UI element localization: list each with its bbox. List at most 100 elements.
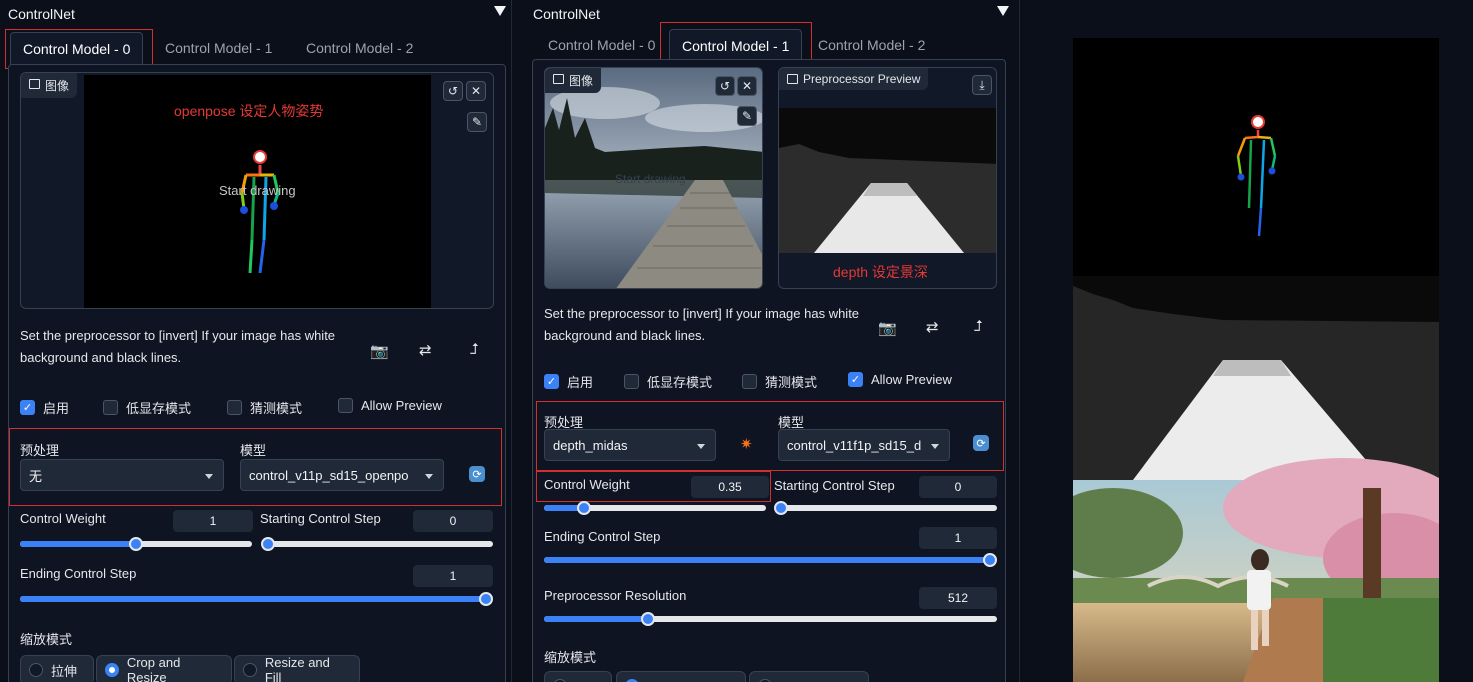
slider-thumb[interactable]: [261, 537, 275, 551]
swap-icon[interactable]: ⇄: [926, 318, 939, 336]
download-icon[interactable]: ⤓: [972, 75, 992, 95]
checkbox-label: 启用: [567, 375, 594, 390]
checkbox-allow-preview[interactable]: Allow Preview: [338, 398, 442, 413]
tab-control-model-1[interactable]: Control Model - 1: [153, 32, 284, 64]
checkbox-guess-mode[interactable]: 猜测模式: [227, 398, 302, 417]
hint-line-2: background and black lines.: [544, 328, 706, 343]
resize-option-stretch[interactable]: [544, 671, 612, 682]
checkbox-icon[interactable]: [848, 372, 863, 387]
checkbox-low-vram[interactable]: 低显存模式: [624, 372, 712, 391]
swap-icon[interactable]: ⇄: [419, 341, 432, 359]
model-select[interactable]: control_v11f1p_sd15_d: [778, 429, 950, 461]
control-weight-input[interactable]: 1: [173, 510, 253, 532]
slider-thumb[interactable]: [479, 592, 493, 606]
image-canvas[interactable]: 图像 openpose 设定人物姿势 Start drawing ↺ ✕ ✎: [20, 72, 494, 309]
resize-option-crop-and-resize[interactable]: [616, 671, 746, 682]
control-weight-input[interactable]: 0.35: [691, 476, 769, 498]
model-value: control_v11p_sd15_openpo: [249, 467, 409, 483]
tab-control-model-1[interactable]: Control Model - 1: [669, 29, 803, 62]
checkbox-icon[interactable]: [103, 400, 118, 415]
chevron-down-icon: [425, 474, 433, 479]
checkbox-label: 低显存模式: [647, 375, 713, 390]
image-label: 图像: [21, 73, 78, 98]
undo-icon[interactable]: ↺: [443, 81, 463, 101]
refresh-icon[interactable]: ⟳: [973, 435, 989, 451]
tab-control-model-2[interactable]: Control Model - 2: [294, 32, 425, 64]
preprocessor-preview: Preprocessor Preview ⤓ depth 设定景深: [778, 67, 997, 289]
resize-option-crop-and-resize[interactable]: Crop and Resize: [96, 655, 232, 682]
checkbox-icon[interactable]: [624, 374, 639, 389]
close-icon[interactable]: ✕: [737, 76, 757, 96]
preprocessor-value: depth_midas: [553, 437, 628, 453]
control-weight-slider[interactable]: [20, 537, 252, 551]
slider-thumb[interactable]: [576, 501, 591, 515]
close-icon[interactable]: ✕: [466, 81, 486, 101]
refresh-icon[interactable]: ⟳: [469, 466, 485, 482]
resize-option-resize-and-fill[interactable]: [749, 671, 869, 682]
radio-label: Crop and Resize: [126, 655, 181, 682]
starting-step-input[interactable]: 0: [919, 476, 997, 498]
slider-thumb[interactable]: [983, 553, 997, 567]
hint-line-1: Set the preprocessor to [invert] If your…: [20, 328, 336, 343]
unit-tabs: Control Model - 0 Control Model - 1 Cont…: [0, 32, 511, 65]
checkbox-icon[interactable]: [20, 400, 35, 415]
ending-step-slider[interactable]: [544, 553, 997, 567]
brush-icon[interactable]: ✎: [467, 112, 487, 132]
ending-step-input[interactable]: 1: [413, 565, 493, 587]
starting-step-input[interactable]: 0: [413, 510, 493, 532]
unit-tabs: Control Model - 0 Control Model - 1 Cont…: [518, 29, 1019, 62]
radio-icon[interactable]: [29, 663, 43, 677]
slider-thumb[interactable]: [129, 537, 143, 551]
checkbox-guess-mode[interactable]: 猜测模式: [742, 372, 817, 391]
undo-icon[interactable]: ↺: [715, 76, 735, 96]
control-weight-slider[interactable]: [544, 501, 766, 515]
preprocessor-resolution-slider[interactable]: [544, 612, 997, 626]
ending-step-slider[interactable]: [20, 592, 493, 606]
checkbox-enable[interactable]: 启用: [544, 372, 593, 391]
radio-icon[interactable]: [243, 663, 257, 677]
radio-icon[interactable]: [105, 663, 119, 677]
checkbox-low-vram[interactable]: 低显存模式: [103, 398, 191, 417]
preprocessor-label: 预处理: [20, 443, 60, 458]
tab-control-model-2[interactable]: Control Model - 2: [806, 29, 937, 61]
preprocessor-select[interactable]: 无: [20, 459, 224, 491]
control-weight-label: Control Weight: [20, 511, 106, 526]
controlnet-panel-right: ControlNet Control Model - 0 Control Mod…: [518, 0, 1020, 682]
resize-option-resize-and-fill[interactable]: Resize and Fill: [234, 655, 360, 682]
camera-icon[interactable]: 📷: [370, 342, 389, 360]
collapse-icon[interactable]: [494, 6, 506, 16]
brush-icon[interactable]: ✎: [737, 106, 757, 126]
preprocessor-select[interactable]: depth_midas: [544, 429, 716, 461]
checkbox-icon[interactable]: [227, 400, 242, 415]
ending-step-label: Ending Control Step: [544, 529, 661, 544]
image-canvas[interactable]: 图像 Start drawing ↺ ✕ ✎: [544, 67, 763, 289]
checkbox-label: 猜测模式: [765, 375, 818, 390]
tab-control-model-0[interactable]: Control Model - 0: [10, 32, 144, 65]
annotation-text: depth 设定景深: [833, 264, 928, 280]
image-label: 图像: [545, 68, 602, 93]
panel-title: ControlNet: [8, 6, 75, 22]
checkbox-icon[interactable]: [742, 374, 757, 389]
slider-thumb[interactable]: [774, 501, 788, 515]
model-select[interactable]: control_v11p_sd15_openpo: [240, 459, 444, 491]
invert-hint: Set the preprocessor to [invert] If your…: [544, 303, 859, 347]
camera-icon[interactable]: 📷: [878, 319, 897, 337]
checkbox-allow-preview[interactable]: Allow Preview: [848, 372, 952, 387]
checkbox-label: Allow Preview: [361, 398, 442, 413]
collapse-icon[interactable]: [997, 6, 1009, 16]
preprocessor-resolution-input[interactable]: 512: [919, 587, 997, 609]
starting-step-slider[interactable]: [261, 537, 493, 551]
ending-step-input[interactable]: 1: [919, 527, 997, 549]
canvas-hint: Start drawing: [615, 172, 686, 186]
tab-control-model-0[interactable]: Control Model - 0: [536, 29, 667, 61]
resize-mode-label: 缩放模式: [20, 632, 73, 647]
starting-step-slider[interactable]: [774, 501, 997, 515]
checkbox-label: 猜测模式: [250, 401, 303, 416]
checkbox-enable[interactable]: 启用: [20, 398, 69, 417]
upload-arrow-icon[interactable]: ⮥: [470, 341, 479, 358]
checkbox-icon[interactable]: [544, 374, 559, 389]
resize-option-stretch[interactable]: 拉伸: [20, 655, 94, 682]
explode-icon[interactable]: ✷: [740, 435, 753, 453]
checkbox-icon[interactable]: [338, 398, 353, 413]
upload-arrow-icon[interactable]: ⮥: [974, 318, 983, 335]
